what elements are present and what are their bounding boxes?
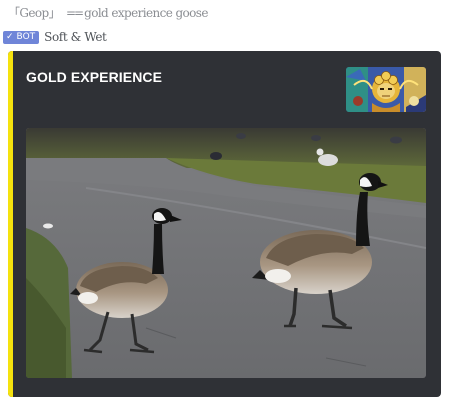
embed-image[interactable] (26, 128, 426, 378)
embed-thumbnail[interactable] (346, 67, 426, 112)
embed-card: GOLD EXPERIENCE (8, 51, 441, 397)
command-prefix: 「Geop」 (8, 6, 61, 20)
verified-check-icon: ✓ (6, 31, 14, 42)
bot-tag: ✓ BOT (3, 30, 40, 44)
embed-title: GOLD EXPERIENCE (26, 69, 163, 85)
embed-accent-bar (8, 51, 13, 397)
bot-tag-label: BOT (16, 31, 36, 42)
command-message-text: 「Geop」 == gold experience goose (8, 4, 208, 21)
chat-message: 「Geop」 == gold experience goose ✓ BOT Soft… (0, 0, 452, 405)
command-text: gold experience goose (84, 6, 208, 20)
geese-photo (26, 128, 426, 378)
author-username[interactable]: Soft & Wet (44, 30, 107, 44)
stand-thumbnail-icon (346, 67, 426, 112)
message-author-row: ✓ BOT Soft & Wet (3, 30, 107, 44)
command-arrow: == (66, 6, 84, 20)
